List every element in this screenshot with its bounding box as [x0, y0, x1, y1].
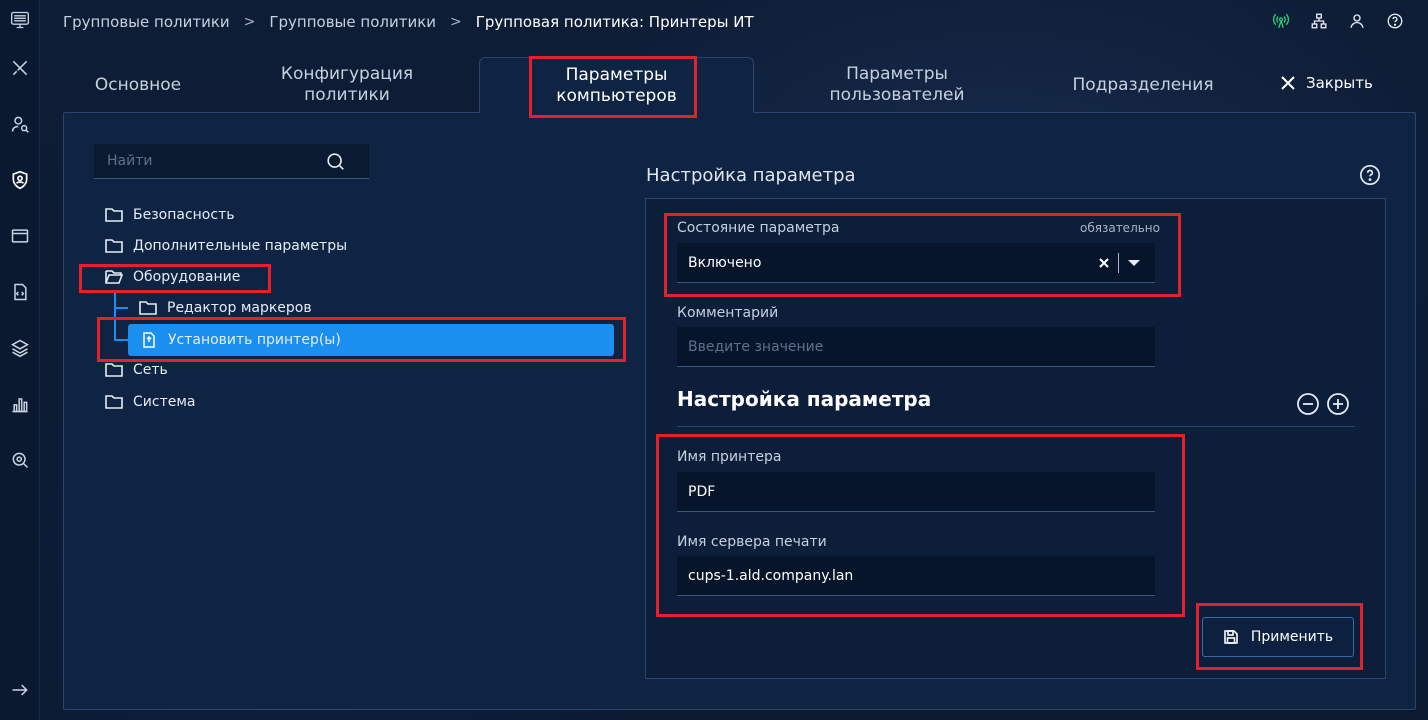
clear-icon[interactable] — [1098, 257, 1110, 269]
tools-icon[interactable] — [8, 56, 32, 80]
tree-item-network[interactable]: Сеть — [105, 358, 168, 382]
tree-item-label: Сеть — [133, 362, 168, 378]
section-title: Настройка параметра — [646, 165, 856, 186]
top-bar: Групповые политики > Групповые политики … — [40, 0, 1428, 44]
close-button[interactable]: Закрыть — [1280, 74, 1373, 92]
state-select-value: Включено — [688, 254, 762, 271]
zoom-search-icon[interactable] — [8, 448, 32, 472]
tab-computer-settings-label: Параметры компьютеров — [556, 64, 677, 106]
connection-status-icon[interactable] — [1270, 10, 1292, 32]
required-marker: обязательно — [1080, 221, 1160, 235]
printer-name-input[interactable]: PDF — [677, 472, 1155, 512]
layers-icon[interactable] — [8, 336, 32, 360]
folder-icon — [105, 239, 123, 253]
minus-circle-icon[interactable] — [1296, 392, 1320, 416]
printer-name-label: Имя принтера — [677, 449, 782, 465]
top-right-icons — [1270, 10, 1406, 32]
tree-item-install-printer[interactable]: Установить принтер(ы) — [140, 328, 341, 352]
folder-icon — [105, 363, 123, 377]
apply-label: Применить — [1250, 629, 1334, 645]
tree-item-label: Установить принтер(ы) — [168, 332, 341, 348]
close-icon — [1281, 76, 1295, 90]
breadcrumb-item-1[interactable]: Групповые политики — [63, 13, 230, 31]
chevron-down-icon[interactable] — [1127, 258, 1141, 268]
tab-user-settings[interactable]: Параметры пользователей — [812, 57, 982, 113]
user-shield-icon[interactable] — [8, 168, 32, 192]
search-box — [94, 144, 369, 179]
tree-item-label: Система — [133, 394, 196, 410]
script-file-icon[interactable] — [8, 280, 32, 304]
tree-item-hardware[interactable]: Оборудование — [105, 265, 240, 289]
tree-connector — [114, 292, 116, 340]
window-icon[interactable] — [8, 224, 32, 248]
subsection-title: Настройка параметра — [677, 387, 932, 411]
folder-icon — [139, 301, 157, 315]
plus-circle-icon[interactable] — [1326, 392, 1350, 416]
breadcrumb-separator: > — [450, 14, 462, 30]
tree-item-label: Редактор маркеров — [167, 300, 312, 316]
breadcrumb-item-2[interactable]: Групповые политики — [269, 13, 436, 31]
state-select[interactable]: Включено — [677, 243, 1155, 283]
folder-open-icon — [105, 270, 123, 284]
bar-chart-icon[interactable] — [8, 392, 32, 416]
tree-item-label: Оборудование — [133, 269, 241, 285]
select-controls — [1098, 253, 1141, 273]
print-server-label: Имя сервера печати — [677, 534, 827, 550]
folder-icon — [105, 208, 123, 222]
tab-computer-settings[interactable]: Параметры компьютеров — [479, 57, 754, 113]
tree-item-label: Дополнительные параметры — [133, 238, 348, 254]
tree-connector — [114, 307, 128, 309]
user-search-icon[interactable] — [8, 112, 32, 136]
policy-file-icon — [143, 332, 155, 348]
tree-item-additional[interactable]: Дополнительные параметры — [105, 234, 347, 258]
search-input[interactable] — [107, 153, 307, 169]
tree-item-token-editor[interactable]: Редактор маркеров — [139, 296, 312, 320]
print-server-input[interactable]: cups-1.ald.company.lan — [677, 556, 1155, 596]
folder-icon — [105, 395, 123, 409]
tree-item-label: Безопасность — [133, 207, 235, 223]
close-label: Закрыть — [1306, 74, 1373, 92]
search-icon[interactable] — [325, 151, 347, 173]
tree-item-security[interactable]: Безопасность — [105, 203, 234, 227]
state-label: Состояние параметра — [677, 220, 840, 236]
left-sidebar — [0, 0, 40, 720]
breadcrumb-current: Групповая политика: Принтеры ИТ — [475, 13, 754, 31]
network-tree-icon[interactable] — [1308, 10, 1330, 32]
help-icon[interactable] — [1384, 10, 1406, 32]
comment-input[interactable]: Введите значение — [677, 327, 1155, 367]
breadcrumb-separator: > — [243, 14, 256, 30]
help-icon[interactable] — [1359, 164, 1381, 186]
tab-policy-config[interactable]: Конфигурация политики — [262, 57, 432, 113]
tree-item-system[interactable]: Система — [105, 390, 195, 414]
divider — [677, 426, 1355, 427]
monitor-logo-icon[interactable] — [8, 8, 32, 32]
comment-label: Комментарий — [677, 305, 779, 321]
tab-general[interactable]: Основное — [78, 57, 198, 113]
expand-arrow-icon[interactable] — [8, 678, 32, 702]
tab-subdivisions[interactable]: Подразделения — [1058, 57, 1228, 113]
select-divider — [1118, 253, 1119, 273]
tree-connector — [114, 339, 128, 341]
apply-button[interactable]: Применить — [1202, 617, 1354, 657]
save-icon — [1224, 630, 1238, 644]
user-icon[interactable] — [1346, 10, 1368, 32]
